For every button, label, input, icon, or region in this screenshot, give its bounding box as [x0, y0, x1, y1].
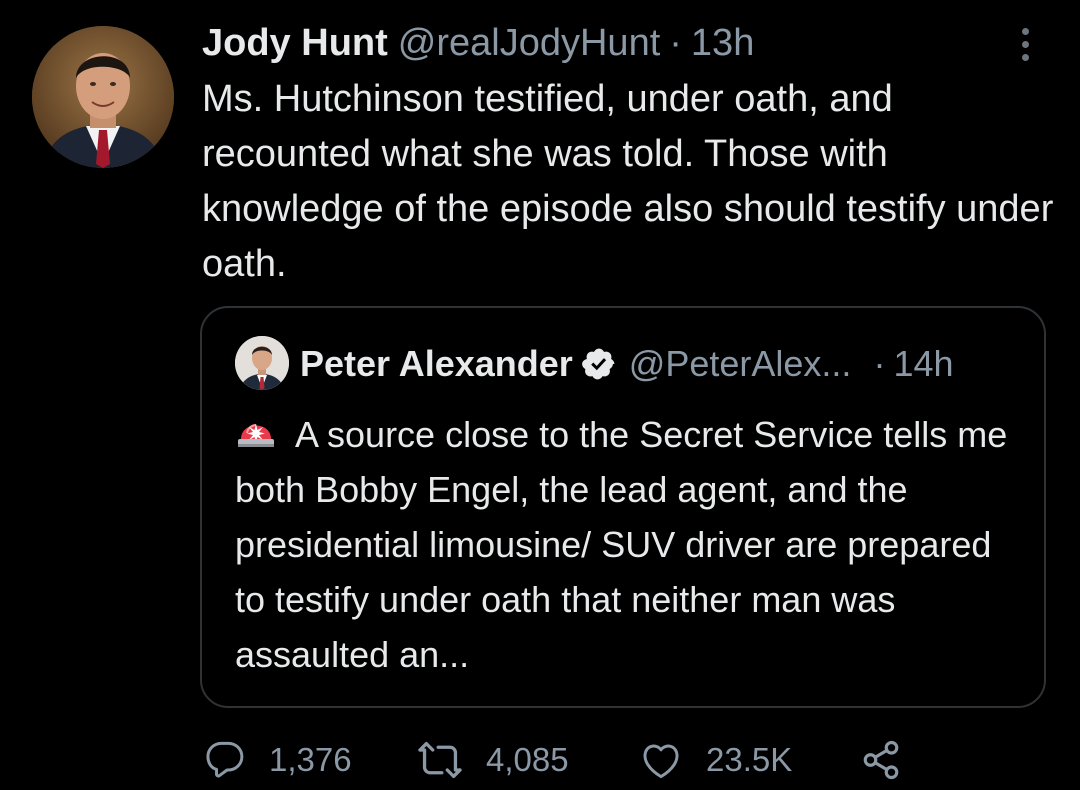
action-bar: 1,376 4,085 23.5K	[0, 730, 1080, 790]
verified-badge-icon	[581, 346, 617, 382]
quoted-author-avatar[interactable]	[235, 336, 289, 390]
tweet-header: Jody Hunt @realJodyHunt · 13h	[202, 18, 754, 68]
quoted-author-name[interactable]: Peter Alexander	[300, 343, 573, 385]
quoted-header-separator: ·	[873, 343, 886, 384]
more-options-icon[interactable]	[1016, 24, 1036, 64]
tweet: Jody Hunt @realJodyHunt · 13h Ms. Hutchi…	[0, 0, 1080, 789]
reply-count: 1,376	[269, 741, 352, 778]
like-count: 23.5K	[706, 741, 793, 778]
share-icon	[860, 739, 902, 781]
tweet-text: Ms. Hutchinson testified, under oath, an…	[202, 78, 1054, 285]
quoted-tweet-body: A source close to the Secret Service tel…	[235, 407, 1025, 682]
reply-button[interactable]: 1,376	[205, 730, 352, 790]
share-button[interactable]	[860, 730, 902, 790]
author-avatar[interactable]	[32, 26, 174, 168]
quoted-tweet-timestamp[interactable]: 14h	[893, 343, 953, 385]
quoted-tweet-text: A source close to the Secret Service tel…	[235, 414, 1008, 675]
quoted-author-handle[interactable]: @PeterAlex...	[629, 343, 852, 385]
quoted-tweet-header: Peter Alexander @PeterAlex... · 14h	[300, 340, 954, 388]
author-handle[interactable]: @realJodyHunt	[398, 22, 660, 65]
reply-icon	[205, 740, 245, 780]
retweet-count: 4,085	[486, 741, 569, 778]
retweet-icon	[418, 740, 462, 780]
tweet-timestamp[interactable]: 13h	[691, 22, 754, 65]
like-button[interactable]: 23.5K	[640, 730, 792, 790]
heart-icon	[640, 740, 682, 780]
retweet-button[interactable]: 4,085	[418, 730, 569, 790]
quoted-tweet[interactable]: Peter Alexander @PeterAlex... · 14h A so…	[200, 306, 1046, 708]
police-light-emoji-icon	[235, 411, 277, 453]
author-name[interactable]: Jody Hunt	[202, 22, 388, 65]
header-separator: ·	[669, 21, 682, 64]
